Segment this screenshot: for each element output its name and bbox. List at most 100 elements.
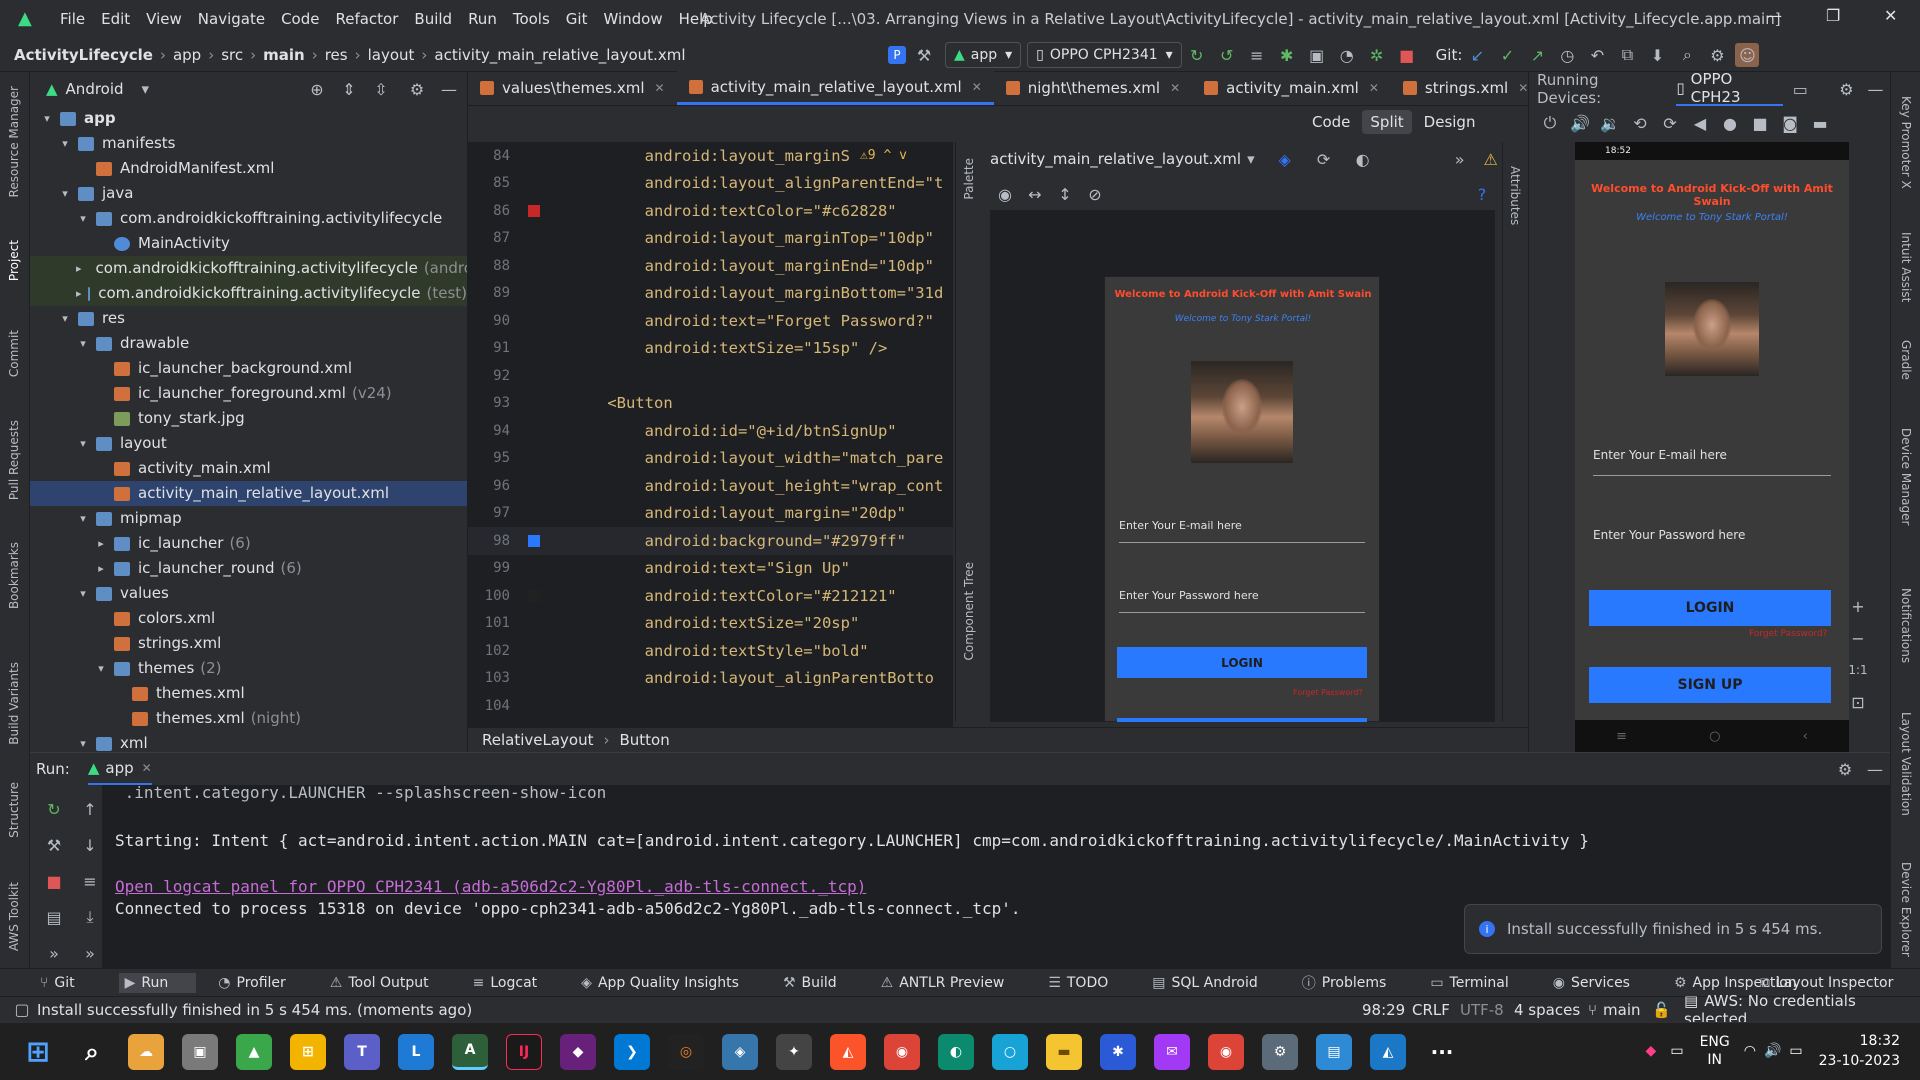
gutter[interactable] <box>518 582 570 610</box>
project-view-selector[interactable]: Android <box>66 80 124 98</box>
gutter[interactable] <box>518 637 570 665</box>
breadcrumb-item[interactable]: activity_main_relative_layout.xml <box>434 46 685 64</box>
editor-tab[interactable]: values\themes.xml ✕ <box>468 71 677 105</box>
tool-intuit-assist[interactable]: Intuit Assist <box>1899 232 1913 302</box>
photos-icon[interactable]: ◭ <box>1370 1033 1406 1070</box>
tree-item[interactable]: ▾ mipmap <box>30 506 467 531</box>
code-line[interactable]: 100 android:textColor="#212121" <box>468 582 953 610</box>
more-apps-icon[interactable]: ··· <box>1424 1034 1460 1070</box>
volume-icon[interactable]: 🔊 <box>1764 1043 1781 1059</box>
rotate-left-icon[interactable]: ⟲ <box>1628 111 1652 135</box>
breadcrumb-item[interactable]: layout <box>368 46 415 64</box>
close-tab-icon[interactable]: ✕ <box>1369 81 1379 95</box>
gutter[interactable] <box>518 142 570 170</box>
tool-commit[interactable]: Commit <box>7 330 21 377</box>
tree-item[interactable]: ▾ manifests <box>30 131 467 156</box>
chevron-right-icon[interactable]: ▸ <box>94 531 108 556</box>
color-swatch-icon[interactable] <box>528 590 540 602</box>
chevron-right-icon[interactable]: ▸ <box>94 556 108 581</box>
code-line[interactable]: 87 android:layout_marginTop="10dp" <box>468 225 953 253</box>
tree-item[interactable]: AndroidManifest.xml <box>30 156 467 181</box>
run-config-selector[interactable]: ▲ app ▾ <box>945 42 1022 68</box>
history-icon[interactable]: ◷ <box>1555 43 1579 67</box>
device-selector[interactable]: ▯ OPPO CPH2341 ▾ <box>1027 42 1182 68</box>
menu-window[interactable]: Window <box>603 10 662 28</box>
scroll-to-end-icon[interactable]: ⤓ <box>78 905 102 929</box>
menu-icon[interactable]: ≡ <box>1616 729 1627 744</box>
chevron-down-icon[interactable]: ▾ <box>76 506 90 531</box>
messenger-icon[interactable]: ✉ <box>1154 1033 1190 1070</box>
device-password-field[interactable]: Enter Your Password here <box>1593 528 1831 556</box>
code-line[interactable]: 84 android:layout_marginS ⚠9 ^ v <box>468 142 953 170</box>
more-chevron-icon[interactable]: » <box>1448 147 1472 171</box>
tree-item[interactable]: ▾ res <box>30 306 467 331</box>
code-line[interactable]: 96 android:layout_height="wrap_cont <box>468 472 953 500</box>
menu-view[interactable]: View <box>146 10 182 28</box>
open-logcat-link[interactable]: Open logcat panel for OPPO CPH2341 (adb-… <box>115 877 866 896</box>
vertical-resize-icon[interactable]: ↕ <box>1053 182 1077 206</box>
code-line[interactable]: 95 android:layout_width="match_pare <box>468 445 953 473</box>
tool-notifications[interactable]: Notifications <box>1899 588 1913 663</box>
file-explorer-icon[interactable]: ▬ <box>1046 1033 1082 1070</box>
python-icon[interactable]: ◈ <box>722 1033 758 1070</box>
tool-gradle[interactable]: Gradle <box>1899 340 1913 380</box>
tool-palette[interactable]: Palette <box>962 158 976 200</box>
bottom-tab-build[interactable]: ⚒ Build <box>783 975 859 991</box>
git-branch[interactable]: ⑂ main <box>1588 1001 1641 1019</box>
orientation-icon[interactable]: ⟳ <box>1312 147 1336 171</box>
menu-edit[interactable]: Edit <box>101 10 130 28</box>
gutter[interactable] <box>518 417 570 445</box>
git-commit-icon[interactable]: ✓ <box>1495 43 1519 67</box>
close-tab-icon[interactable]: ✕ <box>1170 81 1180 95</box>
gutter[interactable] <box>518 280 570 308</box>
jupyter-icon[interactable]: ◎ <box>668 1033 704 1070</box>
stop-icon[interactable]: ■ <box>42 869 66 893</box>
chevron-down-icon[interactable]: ▾ <box>76 431 90 456</box>
rerun-icon[interactable]: ↻ <box>42 797 66 821</box>
chevron-down-icon[interactable]: ▾ <box>76 331 90 356</box>
tree-item[interactable]: tony_stark.jpg <box>30 406 467 431</box>
bottom-tab-todo[interactable]: ☰ TODO <box>1048 975 1130 991</box>
tree-item[interactable]: strings.xml <box>30 631 467 656</box>
gutter[interactable] <box>518 362 570 390</box>
rotate-right-icon[interactable]: ⟳ <box>1658 111 1682 135</box>
tree-item[interactable]: MainActivity <box>30 231 467 256</box>
tree-item[interactable]: ▾ themes (2) <box>30 656 467 681</box>
python-idle-icon[interactable]: ✱ <box>1100 1033 1136 1070</box>
chevron-down-icon[interactable]: ▾ <box>76 581 90 606</box>
hammer-icon[interactable]: ⚒ <box>912 43 936 67</box>
hide-icon[interactable]: — <box>1864 77 1887 101</box>
preview-email-field[interactable]: Enter Your E-mail here <box>1119 519 1365 543</box>
soft-wrap-icon[interactable]: ≡ <box>78 869 102 893</box>
bottom-tab-profiler[interactable]: ◔ Profiler <box>218 975 308 991</box>
tool-device-manager[interactable]: Device Manager <box>1899 428 1913 525</box>
breadcrumb-item[interactable]: res <box>325 46 348 64</box>
app-l-icon[interactable]: L <box>398 1033 434 1070</box>
tray-app-icon[interactable]: ◆ <box>1646 1043 1657 1059</box>
tree-item[interactable]: themes.xml <box>30 681 467 706</box>
zoom-fit-icon[interactable]: ⊡ <box>1851 686 1864 718</box>
chevron-right-icon[interactable]: ▸ <box>76 256 82 281</box>
power-icon[interactable]: ⏻ <box>1538 111 1562 135</box>
home-icon[interactable]: ○ <box>1709 729 1720 744</box>
volume-down-icon[interactable]: 🔉 <box>1598 111 1622 135</box>
rollback-icon[interactable]: ↶ <box>1585 43 1609 67</box>
preview-password-field[interactable]: Enter Your Password here <box>1119 589 1365 613</box>
gutter[interactable] <box>518 527 570 555</box>
wifi-icon[interactable]: ◠ <box>1744 1043 1756 1059</box>
code-line[interactable]: 90 android:text="Forget Password?" <box>468 307 953 335</box>
editor-tab[interactable]: activity_main_relative_layout.xml ✕ <box>676 71 994 105</box>
layout-file-selector[interactable]: activity_main_relative_layout.xml <box>990 150 1241 168</box>
eye-icon[interactable]: ◉ <box>993 182 1017 206</box>
code-line[interactable]: 92 <box>468 362 953 390</box>
code-line[interactable]: 104 <box>468 692 953 720</box>
bottom-tab-sql-android[interactable]: ▤ SQL Android <box>1152 975 1280 991</box>
p-badge-icon[interactable]: P <box>888 46 906 64</box>
preview-forgot-password-link[interactable]: Forget Password? <box>1293 688 1363 697</box>
menu-refactor[interactable]: Refactor <box>335 10 398 28</box>
android-studio-icon[interactable]: A <box>452 1033 488 1070</box>
gutter[interactable] <box>518 225 570 253</box>
tree-item[interactable]: ▾ xml <box>30 731 467 752</box>
inspection-widget[interactable]: ⚠9 ^ v <box>860 148 907 163</box>
bottom-tab-antlr-preview[interactable]: ⚠ ANTLR Preview <box>881 975 1027 991</box>
